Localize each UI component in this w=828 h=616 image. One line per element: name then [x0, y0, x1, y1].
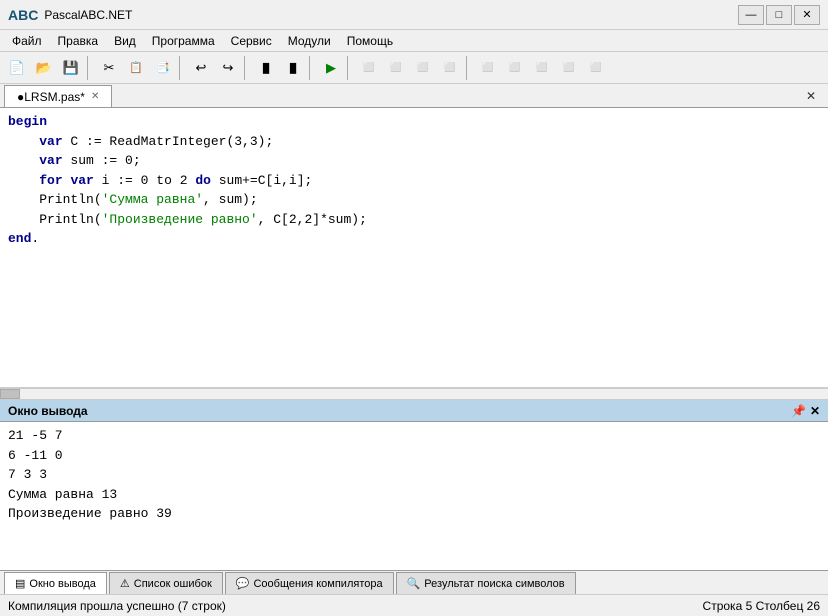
tb-sep-6 [466, 56, 472, 80]
tb-copy[interactable]: 📋 [123, 56, 149, 80]
title-text: PascalABC.NET [44, 8, 738, 22]
tb-open[interactable]: 📂 [31, 56, 57, 80]
tb-d5[interactable]: ⬜ [583, 56, 609, 80]
compiler-tab-icon: 💬 [236, 577, 250, 590]
menu-file[interactable]: Файл [4, 32, 50, 50]
cursor-position: Строка 5 Столбец 26 [703, 599, 820, 613]
tb-sep-1 [87, 56, 93, 80]
status-bar: Компиляция прошла успешно (7 строк) Стро… [0, 594, 828, 616]
code-editor[interactable]: begin var C := ReadMatrInteger(3,3); var… [0, 108, 828, 388]
output-close-icon[interactable]: ✕ [810, 404, 820, 418]
output-content: 21 -5 7 6 -11 0 7 3 3 Сумма равна 13 Про… [0, 422, 828, 582]
tb-redo[interactable]: ↪ [215, 56, 241, 80]
menu-service[interactable]: Сервис [223, 32, 280, 50]
maximize-button[interactable]: □ [766, 5, 792, 25]
tb-d1[interactable]: ⬜ [475, 56, 501, 80]
menu-view[interactable]: Вид [106, 32, 144, 50]
minimize-button[interactable]: — [738, 5, 764, 25]
status-message: Компиляция прошла успешно (7 строк) [8, 599, 703, 613]
tb-c4[interactable]: ⬜ [437, 56, 463, 80]
search-tab-icon: 🔍 [407, 577, 421, 590]
btm-tab-errors[interactable]: ⚠ Список ошибок [109, 572, 223, 594]
output-tab-icon: ▤ [15, 577, 25, 590]
btm-tab-output-label: Окно вывода [29, 578, 96, 590]
menu-help[interactable]: Помощь [339, 32, 401, 50]
title-bar: ABC PascalABC.NET — □ ✕ [0, 0, 828, 30]
tab-area-close[interactable]: ✕ [798, 89, 824, 103]
btm-tab-compiler-label: Сообщения компилятора [253, 578, 382, 590]
main-container: ●LRSM.pas* ✕ ✕ begin var C := ReadMatrIn… [0, 84, 828, 616]
tb-save[interactable]: 💾 [58, 56, 84, 80]
tb-d2[interactable]: ⬜ [502, 56, 528, 80]
tab-label: ●LRSM.pas* [17, 90, 85, 104]
h-scroll-thumb[interactable] [0, 389, 20, 399]
tb-sep-2 [179, 56, 185, 80]
window-controls: — □ ✕ [738, 5, 820, 25]
tb-b1[interactable]: ▐▌ [253, 56, 279, 80]
tb-new[interactable]: 📄 [4, 56, 30, 80]
btm-tab-search[interactable]: 🔍 Результат поиска символов [396, 572, 576, 594]
close-button[interactable]: ✕ [794, 5, 820, 25]
tb-sep-5 [347, 56, 353, 80]
bottom-tab-bar: ▤ Окно вывода ⚠ Список ошибок 💬 Сообщени… [0, 570, 828, 594]
toolbar: 📄 📂 💾 ✂ 📋 📑 ↩ ↪ ▐▌ ▐▌ ▶ ⬜ ⬜ ⬜ ⬜ ⬜ ⬜ ⬜ ⬜ … [0, 52, 828, 84]
tb-c1[interactable]: ⬜ [356, 56, 382, 80]
tb-c3[interactable]: ⬜ [410, 56, 436, 80]
tb-d4[interactable]: ⬜ [556, 56, 582, 80]
tb-sep-4 [309, 56, 315, 80]
menu-edit[interactable]: Правка [50, 32, 107, 50]
pin-icon[interactable]: 📌 [791, 404, 806, 418]
tb-run[interactable]: ▶ [318, 56, 344, 80]
tb-paste[interactable]: 📑 [150, 56, 176, 80]
tb-cut[interactable]: ✂ [96, 56, 122, 80]
tab-bar: ●LRSM.pas* ✕ ✕ [0, 84, 828, 108]
output-panel-header: Окно вывода 📌 ✕ [0, 400, 828, 422]
app-icon: ABC [8, 7, 38, 23]
tb-d3[interactable]: ⬜ [529, 56, 555, 80]
tb-b2[interactable]: ▐▌ [280, 56, 306, 80]
tb-undo[interactable]: ↩ [188, 56, 214, 80]
menu-modules[interactable]: Модули [280, 32, 339, 50]
tb-sep-3 [244, 56, 250, 80]
tab-close-icon[interactable]: ✕ [91, 91, 99, 102]
btm-tab-output[interactable]: ▤ Окно вывода [4, 572, 107, 594]
tb-c2[interactable]: ⬜ [383, 56, 409, 80]
menu-bar: Файл Правка Вид Программа Сервис Модули … [0, 30, 828, 52]
btm-tab-search-label: Результат поиска символов [424, 578, 564, 590]
btm-tab-errors-label: Список ошибок [134, 578, 212, 590]
tab-lrsm[interactable]: ●LRSM.pas* ✕ [4, 85, 112, 107]
errors-tab-icon: ⚠ [120, 577, 130, 590]
output-title: Окно вывода [8, 404, 88, 418]
horizontal-scrollbar[interactable] [0, 388, 828, 400]
menu-program[interactable]: Программа [144, 32, 223, 50]
btm-tab-compiler[interactable]: 💬 Сообщения компилятора [225, 572, 394, 594]
